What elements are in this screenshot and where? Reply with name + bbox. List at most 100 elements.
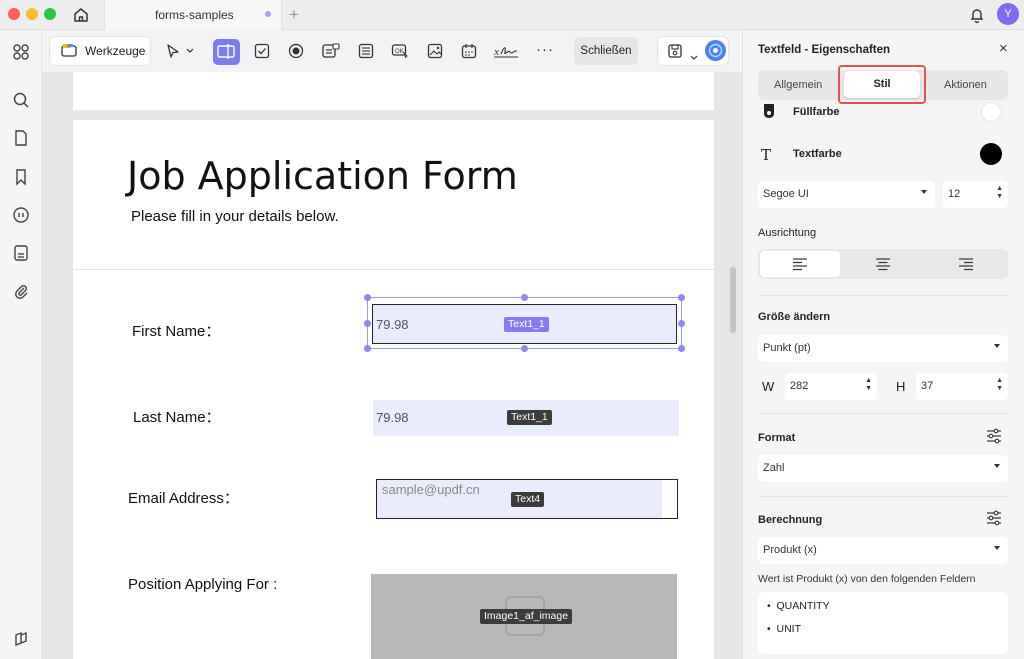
- resize-handle[interactable]: [678, 294, 685, 301]
- new-tab-plus-icon[interactable]: +: [289, 5, 299, 25]
- more-options-icon[interactable]: ···: [534, 38, 556, 60]
- tab-stil[interactable]: Stil: [844, 71, 920, 98]
- align-left-button[interactable]: [760, 251, 840, 277]
- height-stepper[interactable]: 37 ▲ ▼: [916, 373, 1008, 400]
- vertical-scrollbar[interactable]: [730, 267, 736, 333]
- tools-button[interactable]: Werkzeuge: [50, 37, 150, 65]
- resize-handle[interactable]: [364, 345, 371, 352]
- font-size-stepper[interactable]: 12 ▲ ▼: [943, 181, 1008, 208]
- stepper-arrows-icon[interactable]: ▲ ▼: [996, 185, 1003, 201]
- divider: [758, 295, 1008, 296]
- align-right-button[interactable]: [926, 251, 1006, 277]
- zoom-window-button[interactable]: [44, 8, 56, 20]
- list-item[interactable]: • UNIT: [767, 623, 801, 635]
- height-value: 37: [921, 380, 934, 392]
- home-icon[interactable]: [72, 6, 90, 24]
- list-item[interactable]: • QUANTITY: [767, 600, 830, 612]
- avatar[interactable]: Y: [997, 3, 1019, 25]
- title-bar: forms-samples + Y: [0, 0, 1024, 30]
- resize-handle[interactable]: [364, 320, 371, 327]
- document-area: Job Application Form Please fill in your…: [42, 72, 742, 659]
- tab-title: forms-samples: [155, 8, 234, 22]
- image-field[interactable]: Image1_af_image: [371, 574, 677, 659]
- resize-handle[interactable]: [521, 345, 528, 352]
- width-value: 282: [790, 380, 809, 392]
- paperclip-icon[interactable]: [12, 282, 30, 300]
- stepper-arrows-icon[interactable]: ▲ ▼: [865, 377, 872, 393]
- form-title: Job Application Form: [127, 154, 518, 198]
- radio-button-tool-icon[interactable]: [285, 40, 307, 62]
- field-name-tag: Image1_af_image: [480, 609, 573, 624]
- checkbox-tool-icon[interactable]: [251, 40, 273, 62]
- minimize-window-button[interactable]: [26, 8, 38, 20]
- align-right-icon: [959, 258, 973, 271]
- image-tool-icon[interactable]: [424, 40, 446, 62]
- last-name-field[interactable]: 79.98 Text1_1: [373, 400, 679, 436]
- divider: [758, 496, 1008, 497]
- comment-icon[interactable]: [12, 206, 30, 224]
- fill-color-icon: [762, 104, 776, 118]
- list-box-tool-icon[interactable]: [355, 40, 377, 62]
- format-settings-icon[interactable]: [986, 428, 1002, 444]
- tab-forms-samples[interactable]: forms-samples: [104, 0, 282, 30]
- font-family-select[interactable]: Segoe UI: [758, 181, 935, 208]
- resize-handle[interactable]: [364, 294, 371, 301]
- field-value: 79.98: [376, 410, 409, 425]
- calc-settings-icon[interactable]: [986, 510, 1002, 526]
- attachment-doc-icon[interactable]: [12, 244, 30, 262]
- divider: [73, 269, 714, 270]
- bookmark-icon[interactable]: [12, 168, 30, 186]
- resize-handle[interactable]: [678, 320, 685, 327]
- fill-color-label: Füllfarbe: [793, 106, 840, 118]
- tab-aktionen[interactable]: Aktionen: [944, 79, 987, 91]
- ai-assistant-icon[interactable]: [705, 40, 726, 61]
- unsaved-dot-icon: [265, 11, 271, 17]
- calc-field-name: UNIT: [776, 623, 802, 635]
- width-stepper[interactable]: 282 ▲ ▼: [785, 373, 877, 400]
- svg-text:OK: OK: [395, 49, 404, 55]
- format-select[interactable]: Zahl: [758, 455, 1008, 482]
- calc-label: Berechnung: [758, 514, 823, 526]
- first-name-label: First Name：: [132, 323, 221, 340]
- font-family-value: Segoe UI: [763, 188, 809, 200]
- close-form-edit-button[interactable]: Schließen: [574, 37, 638, 65]
- tab-allgemein[interactable]: Allgemein: [774, 79, 822, 91]
- page: Job Application Form Please fill in your…: [73, 120, 714, 659]
- close-panel-icon[interactable]: ×: [999, 40, 1008, 57]
- divider: [758, 413, 1008, 414]
- save-icon[interactable]: [667, 43, 683, 59]
- first-name-field[interactable]: 79.98 Text1_1: [372, 304, 677, 344]
- combo-box-tool-icon[interactable]: [320, 40, 342, 62]
- stepper-arrows-icon[interactable]: ▲ ▼: [996, 377, 1003, 393]
- calc-select[interactable]: Produkt (x): [758, 537, 1008, 564]
- form-subtitle: Please fill in your details below.: [131, 208, 339, 225]
- button-tool-icon[interactable]: OK: [389, 40, 411, 62]
- unit-select[interactable]: Punkt (pt): [758, 335, 1008, 362]
- text-color-swatch[interactable]: [980, 143, 1002, 165]
- chevron-down-icon: [994, 344, 1000, 348]
- calc-fields-list: • QUANTITY • UNIT: [758, 592, 1008, 654]
- page-icon[interactable]: [12, 129, 30, 147]
- toolbar: Werkzeuge OK x ··· Schließen: [42, 30, 742, 72]
- fill-color-swatch[interactable]: [981, 102, 1001, 122]
- font-size-value: 12: [948, 188, 961, 200]
- align-center-button[interactable]: [843, 251, 923, 277]
- email-field[interactable]: sample@updf.cn Text4: [376, 479, 678, 519]
- layers-icon[interactable]: [12, 630, 30, 648]
- pointer-icon[interactable]: [162, 40, 184, 62]
- text-field-tool-button[interactable]: [213, 39, 240, 65]
- close-window-button[interactable]: [8, 8, 20, 20]
- date-tool-icon[interactable]: [458, 40, 480, 62]
- notification-bell-icon[interactable]: [968, 6, 986, 24]
- pointer-chevron-down-icon[interactable]: [184, 40, 196, 62]
- save-chevron-down-icon[interactable]: [690, 48, 698, 60]
- resize-handle[interactable]: [678, 345, 685, 352]
- resize-handle[interactable]: [521, 294, 528, 301]
- save-options-group: [658, 37, 728, 65]
- unit-value: Punkt (pt): [763, 342, 811, 354]
- search-icon[interactable]: [12, 91, 30, 109]
- format-label: Format: [758, 432, 796, 444]
- position-label: Position Applying For :: [128, 576, 278, 593]
- thumbnails-icon[interactable]: [12, 43, 30, 61]
- signature-tool-icon[interactable]: x: [492, 40, 520, 62]
